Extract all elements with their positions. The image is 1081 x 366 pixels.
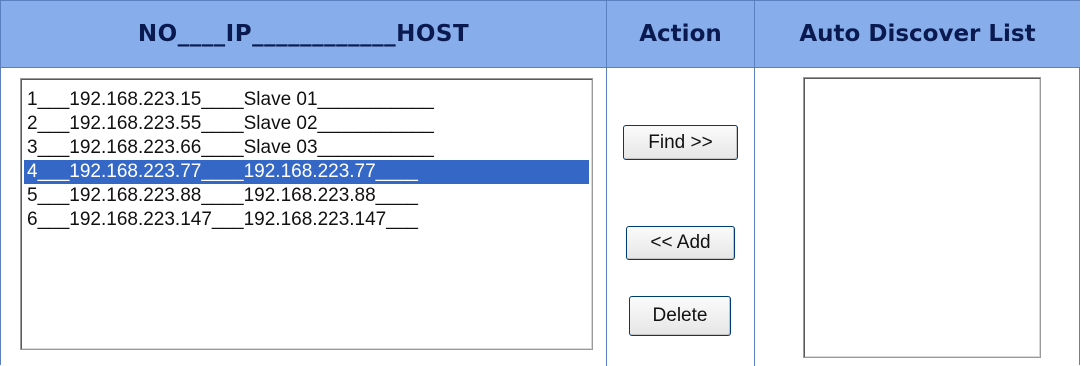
add-button[interactable]: << Add xyxy=(626,226,735,260)
header-action: Action xyxy=(639,21,722,47)
column-divider xyxy=(606,1,607,366)
column-divider xyxy=(754,1,755,366)
host-list-item[interactable]: 1___192.168.223.15____Slave 01__________… xyxy=(24,88,589,112)
table-header: NO____IP____________HOST Action Auto Dis… xyxy=(1,1,1080,68)
host-list-item-selected[interactable]: 4___192.168.223.77____192.168.223.77____ xyxy=(24,160,589,184)
header-auto-discover-list: Auto Discover List xyxy=(799,21,1036,47)
host-list-item[interactable]: 5___192.168.223.88____192.168.223.88____ xyxy=(24,184,589,208)
host-management-panel: NO____IP____________HOST Action Auto Dis… xyxy=(0,0,1080,366)
auto-discover-listbox[interactable] xyxy=(803,77,1041,358)
host-list-item[interactable]: 3___192.168.223.66____Slave 03__________… xyxy=(24,136,589,160)
host-listbox[interactable]: 1___192.168.223.15____Slave 01__________… xyxy=(20,78,593,350)
header-no-ip-host: NO____IP____________HOST xyxy=(137,21,470,47)
find-button[interactable]: Find >> xyxy=(623,125,738,160)
host-list-item[interactable]: 6___192.168.223.147___192.168.223.147___ xyxy=(24,208,589,232)
delete-button[interactable]: Delete xyxy=(629,296,731,336)
host-list-item[interactable]: 2___192.168.223.55____Slave 02__________… xyxy=(24,112,589,136)
